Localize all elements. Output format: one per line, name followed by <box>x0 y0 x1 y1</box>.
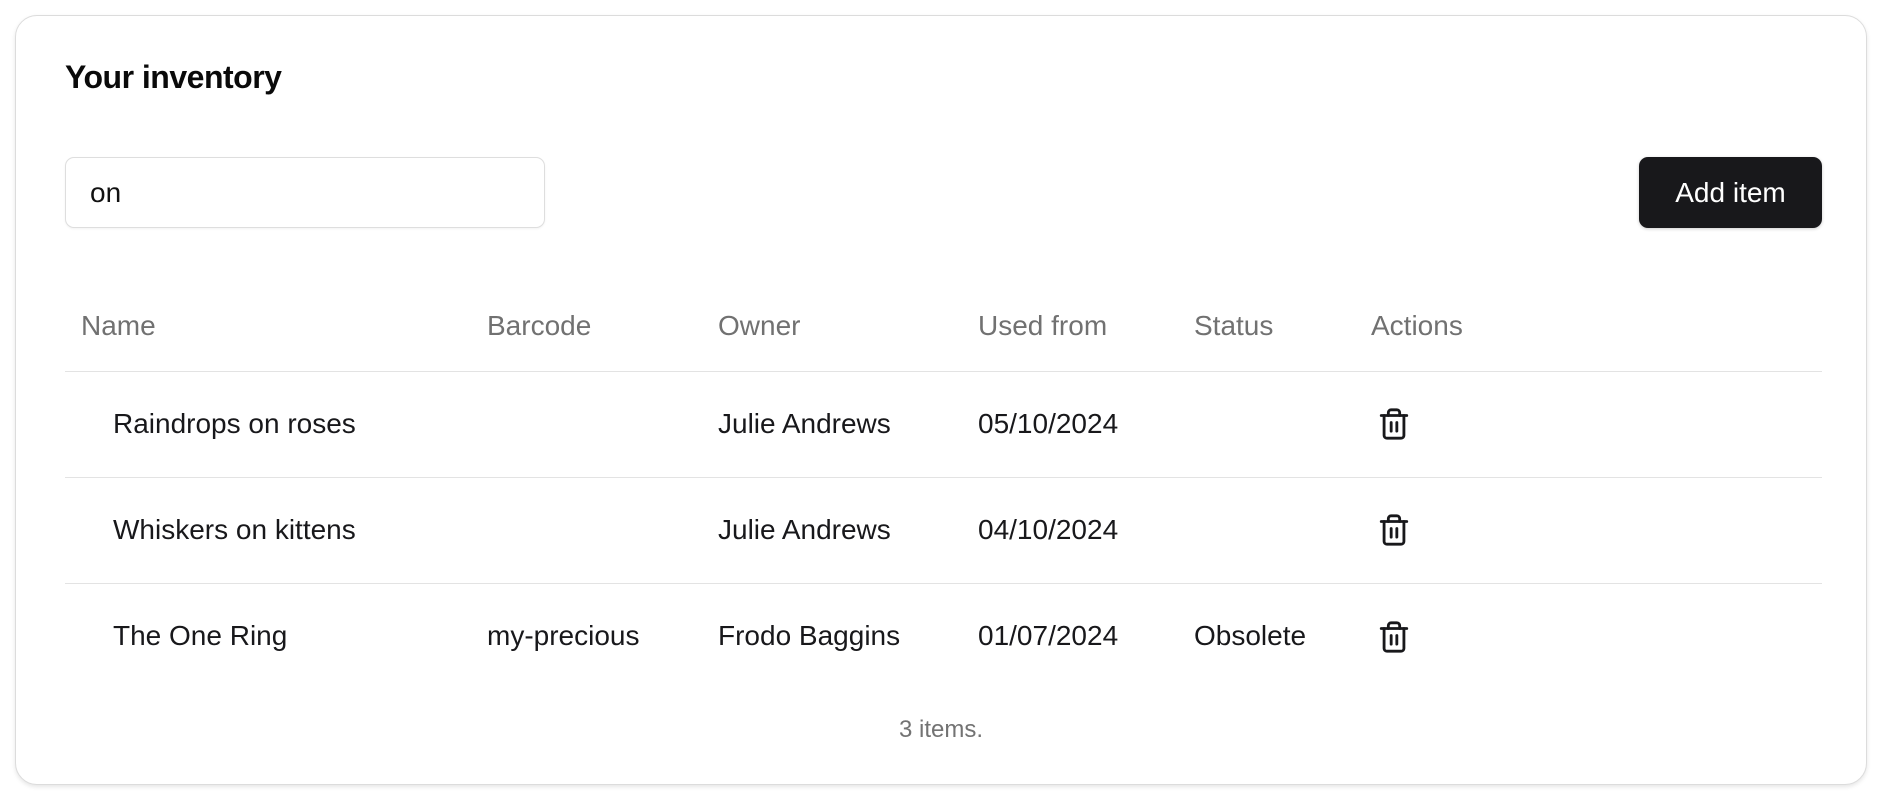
column-header-barcode: Barcode <box>487 282 718 372</box>
column-header-status: Status <box>1194 282 1371 372</box>
trash-icon[interactable] <box>1377 513 1411 547</box>
item-actions <box>1371 477 1822 584</box>
item-owner: Julie Andrews <box>718 371 978 478</box>
item-actions <box>1371 583 1822 689</box>
item-status: Obsolete <box>1194 620 1307 652</box>
table-row: Whiskers on kittens Julie Andrews 04/10/… <box>65 477 1822 584</box>
page-title: Your inventory <box>65 59 282 95</box>
column-header-name: Name <box>65 282 487 372</box>
table-row: The One Ring my-precious Frodo Baggins 0… <box>65 583 1822 689</box>
item-used-from: 05/10/2024 <box>978 371 1194 478</box>
trash-icon[interactable] <box>1377 407 1411 441</box>
item-name: Raindrops on roses <box>65 371 487 478</box>
item-used-from: 04/10/2024 <box>978 477 1194 584</box>
item-name: The One Ring <box>113 620 288 652</box>
item-status <box>1194 477 1371 584</box>
search-input[interactable] <box>65 157 545 228</box>
table-header-row: Name Barcode Owner Used from Status Acti… <box>65 282 1822 372</box>
item-name: Whiskers on kittens <box>65 477 487 584</box>
item-used-from: 01/07/2024 <box>978 620 1119 652</box>
column-header-owner: Owner <box>718 282 978 372</box>
item-actions <box>1371 371 1822 478</box>
item-owner: Frodo Baggins <box>718 620 901 652</box>
item-owner: Julie Andrews <box>718 477 978 584</box>
table-row: Raindrops on roses Julie Andrews 05/10/2… <box>65 371 1822 478</box>
item-count: 3 items. <box>898 716 984 743</box>
column-header-actions: Actions <box>1371 282 1822 372</box>
inventory-table: Name Barcode Owner Used from Status Acti… <box>65 282 1822 689</box>
add-item-button[interactable]: Add item <box>1639 157 1822 228</box>
item-barcode <box>487 477 718 584</box>
trash-icon[interactable] <box>1377 620 1411 654</box>
item-barcode <box>487 371 718 478</box>
inventory-card: Your inventory Add item Name Barcode Own… <box>15 15 1867 785</box>
item-status <box>1194 371 1371 478</box>
column-header-used-from: Used from <box>978 282 1194 372</box>
item-barcode: my-precious <box>487 620 640 652</box>
